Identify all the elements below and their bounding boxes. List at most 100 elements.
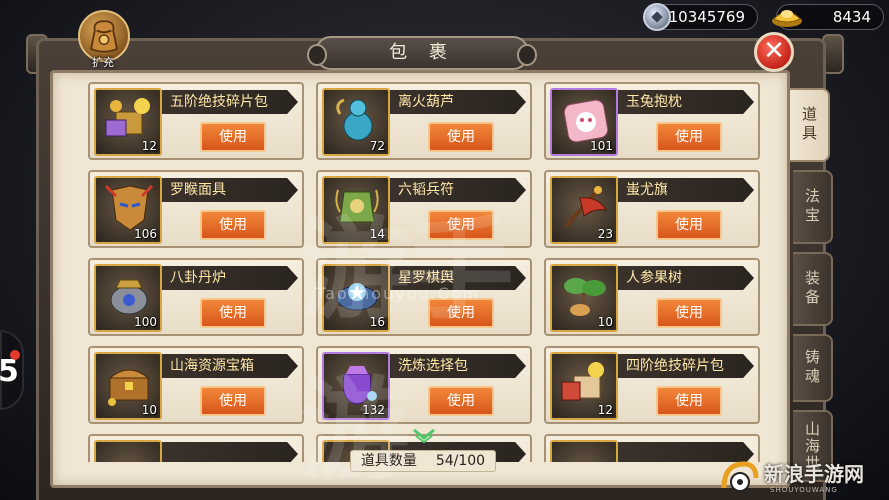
site-logo-text: 新浪手游网 <box>764 462 864 486</box>
tab-equipment[interactable]: 装备 <box>793 252 833 326</box>
side-event-badge[interactable]: 5 <box>0 330 24 410</box>
item-icon-frame: 132 <box>322 352 390 420</box>
item-card[interactable]: 16 星罗棋舆 使用 <box>316 258 532 336</box>
tab-equipment-label: 装备 <box>803 270 821 308</box>
silver-currency: 10345769 <box>643 3 758 31</box>
item-icon-frame: 100 <box>94 264 162 332</box>
use-button[interactable]: 使用 <box>656 298 722 328</box>
item-name: 离火葫芦 <box>390 90 526 114</box>
panel-title: 包 裹 <box>307 36 537 70</box>
use-button[interactable]: 使用 <box>428 386 494 416</box>
item-name: 山海资源宝箱 <box>162 354 298 378</box>
item-card[interactable]: 12 四阶绝技碎片包 使用 <box>544 346 760 424</box>
tab-treasure[interactable]: 法宝 <box>793 170 833 244</box>
mask-icon <box>104 184 154 231</box>
ginseng-tree-icon <box>564 278 606 316</box>
item-name: 玉兔抱枕 <box>618 90 754 114</box>
tab-items-label: 道具 <box>800 106 818 144</box>
capacity-label: 道具数量 <box>360 453 417 469</box>
item-icon-frame: 72 <box>322 88 390 156</box>
tab-treasure-label: 法宝 <box>803 188 821 226</box>
bagua-furnace-icon <box>110 279 148 315</box>
item-icon-frame: 12 <box>550 352 618 420</box>
item-name: 星罗棋舆 <box>390 266 526 290</box>
item-card[interactable]: 12 五阶绝技碎片包 使用 <box>88 82 304 160</box>
site-logo-icon <box>721 461 759 492</box>
tab-forge-soul-label: 铸魂 <box>803 349 821 387</box>
item-icon-frame: 10 <box>94 352 162 420</box>
refine-selection-pack-icon <box>342 366 377 405</box>
item-icon-frame: 16 <box>322 264 390 332</box>
item-icon-frame: 10 <box>550 264 618 332</box>
war-banner-icon <box>564 186 607 228</box>
item-card[interactable]: 101 玉兔抱枕 使用 <box>544 82 760 160</box>
item-card[interactable]: 10 山海资源宝箱 使用 <box>88 346 304 424</box>
item-count: 23 <box>597 227 613 241</box>
item-icon-frame: 101 <box>550 88 618 156</box>
site-logo: 新浪手游网 SHOUYOUWANG <box>716 456 886 498</box>
close-button[interactable]: ✕ <box>754 32 794 72</box>
use-button[interactable]: 使用 <box>200 122 266 152</box>
use-button[interactable]: 使用 <box>428 298 494 328</box>
item-count: 10 <box>141 403 157 417</box>
item-count: 106 <box>134 227 157 241</box>
tab-items[interactable]: 道具 <box>790 88 830 162</box>
gold-currency: 8434 <box>772 4 884 30</box>
expand-bag-button[interactable]: 扩充 <box>74 10 132 69</box>
capacity-value: 54/100 <box>435 453 486 469</box>
gold-ingot-icon <box>772 10 802 27</box>
site-logo-subtext: SHOUYOUWANG <box>770 486 838 494</box>
item-card[interactable]: 23 蚩尤旗 使用 <box>544 170 760 248</box>
expand-label: 扩充 <box>92 56 114 69</box>
item-card[interactable]: 10 人参果树 使用 <box>544 258 760 336</box>
silver-amount: 10345769 <box>668 8 745 26</box>
item-icon-frame: 23 <box>550 176 618 244</box>
notification-dot <box>10 350 20 360</box>
item-icon-frame: 12 <box>94 88 162 156</box>
tab-forge-soul[interactable]: 铸魂 <box>793 334 833 402</box>
item-name: 罗睺面具 <box>162 178 298 202</box>
treasure-chest-icon <box>108 369 150 406</box>
use-button[interactable]: 使用 <box>656 122 722 152</box>
scroll-down-icon[interactable] <box>412 428 436 444</box>
item-count: 16 <box>369 315 385 329</box>
item-icon-frame: 106 <box>94 176 162 244</box>
use-button[interactable]: 使用 <box>200 210 266 240</box>
item-count: 10 <box>597 315 613 329</box>
item-card[interactable]: 106 罗睺面具 使用 <box>88 170 304 248</box>
item-name: 人参果树 <box>618 266 754 290</box>
use-button[interactable]: 使用 <box>656 386 722 416</box>
item-card[interactable]: 72 离火葫芦 使用 <box>316 82 532 160</box>
item-card[interactable]: 14 六韬兵符 使用 <box>316 170 532 248</box>
item-count: 132 <box>362 403 385 417</box>
item-card[interactable]: 132 洗炼选择包 使用 <box>316 346 532 424</box>
item-icon-frame <box>550 440 618 462</box>
use-button[interactable]: 使用 <box>428 210 494 240</box>
item-count: 100 <box>134 315 157 329</box>
item-name: 六韬兵符 <box>390 178 526 202</box>
rabbit-pillow-icon <box>563 99 609 143</box>
gourd-icon <box>336 98 373 141</box>
use-button[interactable]: 使用 <box>428 122 494 152</box>
silver-coin-icon <box>643 3 671 31</box>
item-capacity: 道具数量 54/100 <box>350 450 496 472</box>
item-count: 101 <box>590 139 613 153</box>
item-card[interactable]: 100 八卦丹炉 使用 <box>88 258 304 336</box>
item-name-partial <box>162 442 298 462</box>
gold-amount: 8434 <box>832 8 871 26</box>
item-count: 72 <box>369 139 385 153</box>
star-chessboard-icon <box>336 283 378 311</box>
item-count: 14 <box>369 227 385 241</box>
use-button[interactable]: 使用 <box>656 210 722 240</box>
use-button[interactable]: 使用 <box>200 386 266 416</box>
item-icon-frame <box>94 440 162 462</box>
skill-fragment-pack-icon <box>105 98 150 137</box>
item-card-partial[interactable] <box>88 434 304 462</box>
item-count: 12 <box>597 403 613 417</box>
tally-token-icon <box>335 189 379 223</box>
item-count: 12 <box>141 139 157 153</box>
item-name: 洗炼选择包 <box>390 354 526 378</box>
use-button[interactable]: 使用 <box>200 298 266 328</box>
item-name: 蚩尤旗 <box>618 178 754 202</box>
item-name: 四阶绝技碎片包 <box>618 354 754 378</box>
